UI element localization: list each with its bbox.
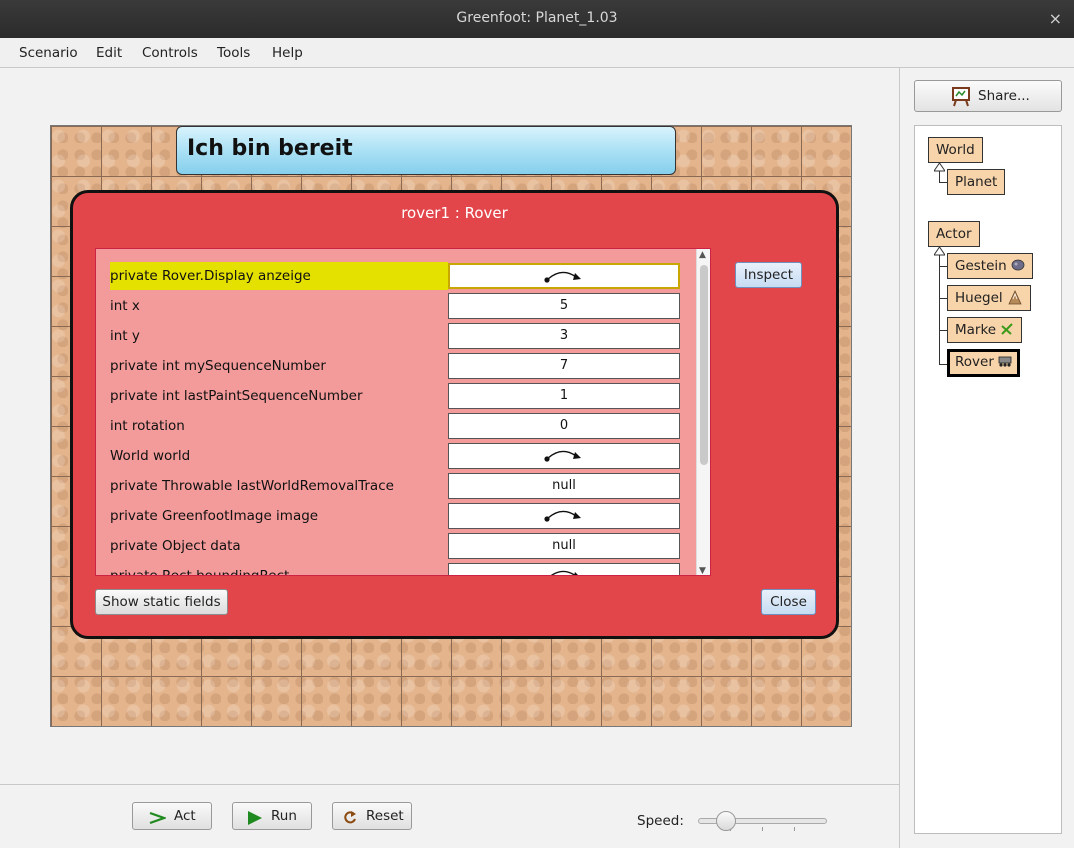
rock-icon [1011, 259, 1025, 271]
run-button[interactable]: Run [232, 802, 312, 830]
marker-icon [1001, 323, 1014, 335]
inheritance-line [939, 298, 947, 299]
field-value: 3 [448, 323, 680, 349]
object-reference-arrow-icon [544, 271, 581, 283]
class-panel: Share... World Planet Actor Gestein Hueg… [901, 68, 1074, 834]
fields-scrollbar[interactable]: ▲ ▼ [696, 249, 710, 575]
field-value: null [448, 533, 680, 559]
field-row[interactable]: private Rect boundingRect [110, 562, 680, 576]
inheritance-line [939, 330, 947, 331]
reset-icon [343, 808, 357, 834]
scroll-up-icon[interactable]: ▲ [699, 250, 706, 260]
field-name: int rotation [110, 418, 185, 434]
object-reference-arrow-icon [544, 450, 581, 462]
inheritance-line [939, 182, 947, 183]
field-reference-value[interactable] [448, 503, 680, 529]
hill-icon [1008, 290, 1022, 305]
slider-tick [762, 827, 763, 831]
inheritance-arrow-icon [934, 163, 945, 172]
reset-label: Reset [366, 808, 404, 824]
field-value: 1 [448, 383, 680, 409]
field-row[interactable]: World world [110, 442, 680, 470]
field-value: 7 [448, 353, 680, 379]
fields-list[interactable]: private Rover.Display anzeige int x 5 int y… [95, 248, 711, 576]
class-gestein[interactable]: Gestein [947, 253, 1034, 279]
field-reference-value[interactable] [448, 263, 680, 289]
control-bar: Act Run Reset Speed: [0, 784, 900, 848]
class-huegel[interactable]: Huegel [947, 285, 1031, 311]
field-row[interactable]: int rotation 0 [110, 412, 680, 440]
menu-scenario[interactable]: Scenario [19, 45, 78, 61]
menu-bar: Scenario Edit Controls Tools Help [0, 38, 1074, 68]
field-row[interactable]: int x 5 [110, 292, 680, 320]
object-inspector-dialog: rover1 : Rover private Rover.Display anz… [70, 190, 839, 639]
status-banner: Ich bin bereit [176, 126, 676, 175]
window-title: Greenfoot: Planet_1.03 [456, 10, 618, 26]
field-reference-value[interactable] [448, 443, 680, 469]
act-button[interactable]: Act [132, 802, 212, 830]
class-rover-label: Rover [955, 354, 994, 370]
class-huegel-label: Huegel [955, 290, 1003, 306]
inheritance-line [939, 266, 947, 267]
class-diagram: World Planet Actor Gestein Huegel Marke … [914, 125, 1062, 834]
class-gestein-label: Gestein [955, 258, 1007, 274]
object-reference-arrow-icon [550, 570, 578, 575]
class-planet[interactable]: Planet [947, 169, 1006, 195]
class-marke-label: Marke [955, 322, 997, 338]
field-name: private GreenfootImage image [110, 508, 319, 524]
class-rover[interactable]: Rover [947, 349, 1021, 377]
field-row[interactable]: private Throwable lastWorldRemovalTrace n… [110, 472, 680, 500]
act-icon [149, 808, 168, 834]
field-value: null [448, 473, 680, 499]
menu-edit[interactable]: Edit [96, 45, 122, 61]
scroll-down-icon[interactable]: ▼ [699, 566, 706, 575]
show-static-fields-button[interactable]: Show static fields [95, 589, 228, 615]
window-title-bar: Greenfoot: Planet_1.03 × [0, 0, 1074, 38]
field-row[interactable]: private Rover.Display anzeige [110, 262, 680, 290]
share-button[interactable]: Share... [914, 80, 1062, 112]
field-row[interactable]: int y 3 [110, 322, 680, 350]
play-icon [247, 808, 263, 834]
close-button[interactable]: Close [761, 589, 816, 615]
field-name: int x [110, 298, 140, 314]
scrollbar-thumb[interactable] [700, 265, 708, 465]
field-name: World world [110, 448, 191, 464]
run-label: Run [271, 808, 297, 824]
field-name: private Object data [110, 538, 241, 554]
speed-slider-thumb[interactable] [715, 811, 736, 831]
field-row[interactable]: private int mySequenceNumber 7 [110, 352, 680, 380]
class-actor[interactable]: Actor [928, 221, 980, 247]
slider-tick [794, 827, 795, 831]
field-name: int y [110, 328, 140, 344]
field-reference-value[interactable] [448, 563, 680, 575]
menu-help[interactable]: Help [272, 45, 303, 61]
speed-label: Speed: [637, 813, 684, 829]
field-name: private int mySequenceNumber [110, 358, 326, 374]
field-row[interactable]: private Object data null [110, 532, 680, 560]
field-row[interactable]: private GreenfootImage image [110, 502, 680, 530]
field-name: private Rover.Display anzeige [110, 262, 448, 290]
menu-controls[interactable]: Controls [142, 45, 198, 61]
inheritance-line [939, 364, 947, 365]
field-value: 0 [448, 413, 680, 439]
field-name: private Throwable lastWorldRemovalTrace [110, 478, 394, 494]
field-name: private Rect boundingRect [110, 568, 290, 576]
inspector-title: rover1 : Rover [401, 204, 508, 222]
class-marke[interactable]: Marke [947, 317, 1023, 343]
close-icon[interactable]: × [1049, 9, 1062, 28]
inheritance-arrow-icon [934, 247, 945, 256]
reset-button[interactable]: Reset [332, 802, 412, 830]
class-world[interactable]: World [928, 137, 983, 163]
menu-tools[interactable]: Tools [217, 45, 250, 61]
field-value: 5 [448, 293, 680, 319]
field-row[interactable]: private int lastPaintSequenceNumber 1 [110, 382, 680, 410]
object-reference-arrow-icon [544, 510, 581, 522]
rover-icon [998, 356, 1012, 367]
easel-icon [951, 87, 971, 118]
banner-text: Ich bin bereit [187, 136, 353, 161]
inspect-button[interactable]: Inspect [735, 262, 802, 288]
act-label: Act [174, 808, 196, 824]
share-label: Share... [978, 88, 1030, 104]
field-name: private int lastPaintSequenceNumber [110, 388, 363, 404]
